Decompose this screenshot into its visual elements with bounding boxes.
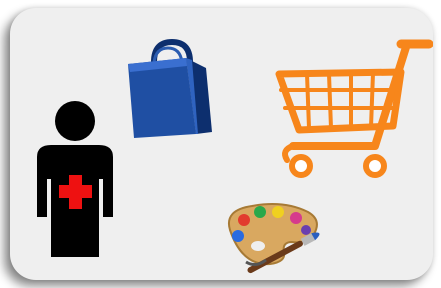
shopping-cart-icon (275, 39, 433, 178)
paint-palette-icon (228, 203, 320, 274)
person-first-aid-icon (37, 101, 113, 257)
shopping-bag-icon (128, 38, 212, 138)
icon-panel (10, 8, 433, 280)
